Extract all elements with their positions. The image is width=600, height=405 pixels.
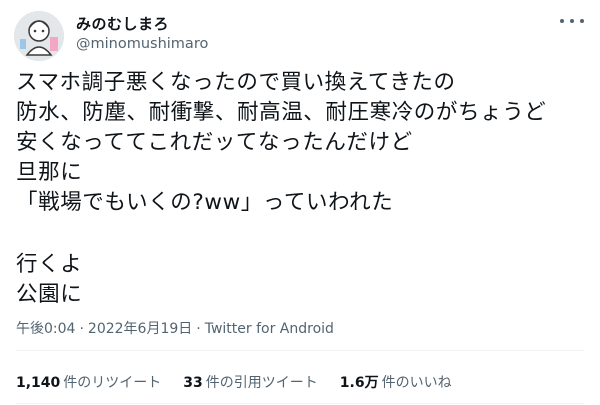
tweet-date[interactable]: 2022年6月19日: [88, 321, 192, 337]
tweet-text-line: 「戦場でもいくの?ww」っていわれた: [16, 190, 394, 215]
divider: [16, 403, 584, 404]
divider: [16, 350, 584, 351]
meta-separator: ·: [196, 321, 201, 337]
tweet-text-line: スマホ調子悪くなったので買い換えてきたの: [16, 70, 456, 95]
author-handle[interactable]: @minomushimaro: [76, 36, 208, 52]
more-horizontal-icon: [560, 19, 564, 23]
likes-label: 件のいいね: [381, 375, 452, 391]
retweets-count: 1,140: [16, 375, 61, 391]
more-options-button[interactable]: [560, 12, 584, 30]
quotes-count: 33: [183, 375, 203, 391]
tweet-text-line: 防水、防塵、耐衝撃、耐高温、耐圧寒冷のがちょうど: [16, 100, 547, 125]
tweet-time[interactable]: 午後0:04: [16, 321, 75, 337]
tweet-text: スマホ調子悪くなったので買い換えてきたの 防水、防塵、耐衝撃、耐高温、耐圧寒冷の…: [16, 68, 591, 310]
retweets-label: 件のリツイート: [63, 375, 162, 391]
tweet-text-line: 行くよ: [16, 252, 83, 277]
retweets-stat[interactable]: 1,140 件のリツイート: [16, 375, 161, 391]
more-horizontal-icon: [580, 19, 584, 23]
likes-stat[interactable]: 1.6万 件のいいね: [340, 375, 452, 391]
more-horizontal-icon: [570, 19, 574, 23]
likes-count: 1.6万: [339, 375, 379, 391]
tweet: みのむしまろ @minomushimaro スマホ調子悪くなったので買い換えてき…: [0, 0, 600, 405]
tweet-text-line: 旦那に: [16, 160, 83, 185]
avatar[interactable]: [14, 11, 64, 61]
tweet-text-line: 安くなっててこれだッてなったんだけど: [16, 130, 413, 155]
quotes-stat[interactable]: 33 件の引用ツイート: [183, 375, 317, 391]
tweet-text-blank-line: [16, 218, 591, 250]
tweet-source[interactable]: Twitter for Android: [205, 321, 334, 337]
tweet-metadata: 午後0:04 · 2022年6月19日 · Twitter for Android: [16, 318, 334, 338]
engagement-stats: 1,140 件のリツイート 33 件の引用ツイート 1.6万 件のいいね: [16, 372, 474, 392]
author-display-name[interactable]: みのむしまろ: [76, 13, 169, 34]
tweet-text-line: 公園に: [16, 282, 83, 307]
avatar-illustration: [14, 11, 64, 61]
quotes-label: 件の引用ツイート: [205, 375, 318, 391]
meta-separator: ·: [79, 321, 84, 337]
